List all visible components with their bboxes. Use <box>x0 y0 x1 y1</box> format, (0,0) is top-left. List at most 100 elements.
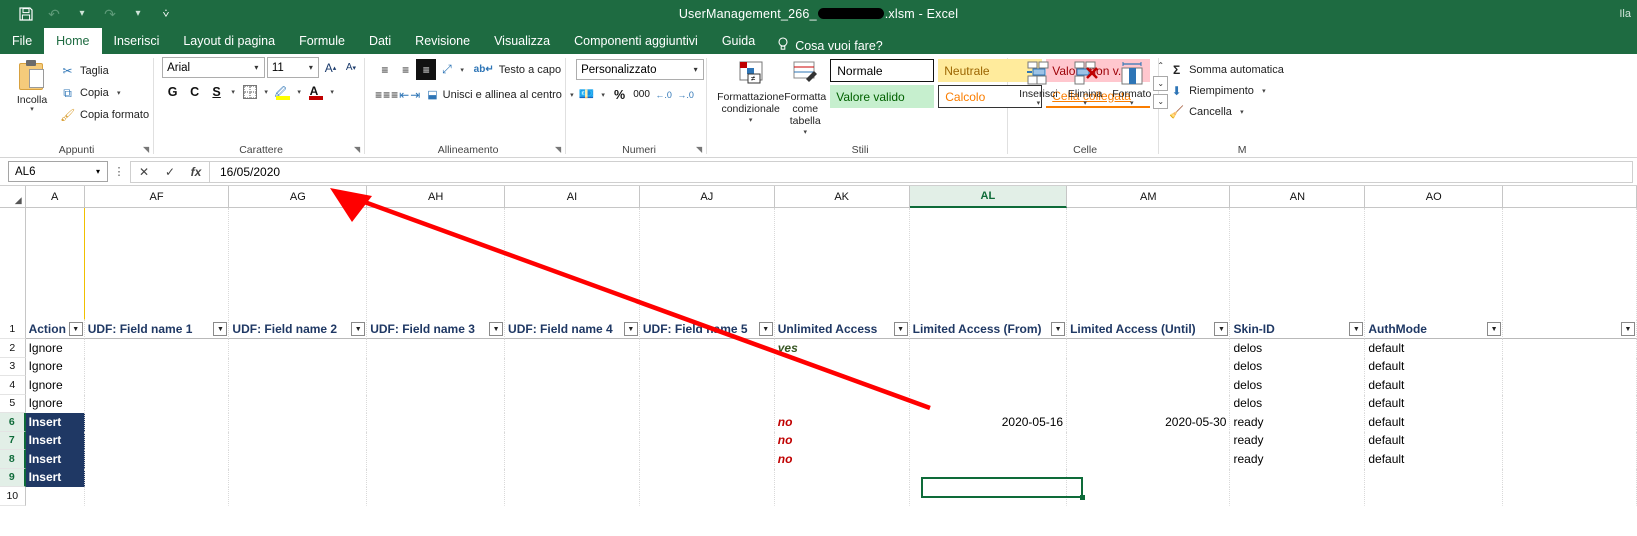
italic-button[interactable]: C <box>184 81 205 102</box>
cell-limited-from-active[interactable]: 2020-05-16 <box>910 413 1067 432</box>
cell-style-normale[interactable]: Normale <box>830 59 934 82</box>
cancel-icon[interactable]: ✕ <box>131 162 157 182</box>
chevron-down-icon[interactable]: ▾ <box>688 65 703 74</box>
table-row[interactable]: 2 Ignore yes delos default <box>0 339 1637 358</box>
row-header[interactable]: 10 <box>0 487 26 506</box>
cell-unlimited[interactable]: yes <box>775 339 910 358</box>
column-header-AK[interactable]: AK <box>775 186 910 208</box>
cell-limited-from[interactable] <box>910 395 1067 414</box>
cell-udf4[interactable] <box>505 376 640 395</box>
insert-dropdown-icon[interactable]: ▾ <box>1037 100 1041 107</box>
wrap-text-button[interactable]: ab↵ Testo a capo <box>474 64 561 76</box>
format-as-table-button[interactable]: Formatta come tabella ▾ <box>784 59 826 139</box>
cell-limited-until[interactable] <box>1067 450 1230 469</box>
cell-extra[interactable] <box>1503 376 1637 395</box>
fill-color-dropdown-icon[interactable]: ▾ <box>294 88 304 96</box>
filter-dropdown-icon[interactable]: ▼ <box>489 322 503 336</box>
cell-udf2[interactable] <box>229 469 367 488</box>
cell-limited-from[interactable] <box>910 469 1067 488</box>
col-header-udf3[interactable]: UDF: Field name 3▼ <box>367 320 505 339</box>
cell-udf5[interactable] <box>640 376 775 395</box>
autosum-button[interactable]: Σ Somma automatica <box>1169 59 1315 80</box>
column-header-AO[interactable]: AO <box>1365 186 1503 208</box>
cell-udf3[interactable] <box>367 450 505 469</box>
cell-extra[interactable] <box>1503 487 1637 506</box>
cell-limited-from[interactable] <box>910 450 1067 469</box>
col-header-udf2[interactable]: UDF: Field name 2▼ <box>229 320 367 339</box>
font-color-button[interactable]: A <box>305 81 326 102</box>
filter-dropdown-icon[interactable]: ▼ <box>894 322 908 336</box>
quick-access-toolbar[interactable]: ↶ ▾ ↷ ▾ ⩒ <box>0 3 178 25</box>
cell-style-valore-valido[interactable]: Valore valido <box>830 85 934 108</box>
formula-bar-buttons[interactable]: ✕ ✓ fx <box>130 161 209 183</box>
cell-extra[interactable] <box>1503 450 1637 469</box>
cell-udf3[interactable] <box>367 358 505 377</box>
copy-button[interactable]: ⧉ Copia ▾ <box>60 83 149 103</box>
worksheet-grid[interactable]: ◢ A AF AG AH AI AJ AK AL AM AN AO <box>0 186 1637 506</box>
filter-dropdown-icon[interactable]: ▼ <box>1621 322 1635 336</box>
clear-dropdown-icon[interactable]: ▾ <box>1237 108 1247 116</box>
format-cells-button[interactable]: Formato ▾ <box>1109 60 1154 107</box>
cell-skin-id[interactable]: delos <box>1230 376 1365 395</box>
decrease-decimal-icon[interactable]: →.0 <box>675 84 696 105</box>
cell-skin-id[interactable]: delos <box>1230 339 1365 358</box>
paste-dropdown-icon[interactable]: ▾ <box>30 107 34 113</box>
grid-rows[interactable]: 1 Action▼ UDF: Field name 1▼ UDF: Field … <box>0 208 1637 506</box>
tab-revisione[interactable]: Revisione <box>403 28 482 54</box>
conditional-formatting-dropdown-icon[interactable]: ▾ <box>746 115 756 127</box>
undo-icon[interactable]: ↶ <box>42 3 66 25</box>
cell-udf4[interactable] <box>505 339 640 358</box>
cell-action[interactable]: Insert <box>26 450 85 469</box>
delete-cells-button[interactable]: Elimina ▾ <box>1063 60 1108 107</box>
cell-udf3[interactable] <box>367 339 505 358</box>
fill-color-button[interactable]: 🖉 <box>272 81 293 102</box>
cell-udf4[interactable] <box>505 487 640 506</box>
cell-authmode[interactable] <box>1365 469 1503 488</box>
cell-udf4[interactable] <box>505 413 640 432</box>
cell-udf5[interactable] <box>640 432 775 451</box>
cell-udf5[interactable] <box>640 395 775 414</box>
insert-function-icon[interactable]: fx <box>183 162 209 182</box>
cell-udf1[interactable] <box>85 469 230 488</box>
tab-visualizza[interactable]: Visualizza <box>482 28 562 54</box>
cell-udf3[interactable] <box>367 487 505 506</box>
row-header[interactable]: 6 <box>0 413 26 432</box>
orientation-icon[interactable]: ⤢ <box>437 59 457 80</box>
cell-limited-until[interactable] <box>1067 432 1230 451</box>
cell-unlimited[interactable]: no <box>775 413 910 432</box>
cell-skin-id[interactable] <box>1230 487 1365 506</box>
cell-udf1[interactable] <box>85 358 230 377</box>
table-row[interactable]: 8 Insert no ready default <box>0 450 1637 469</box>
col-header-udf5[interactable]: UDF: Field name 5▼ <box>640 320 775 339</box>
tab-dati[interactable]: Dati <box>357 28 403 54</box>
conditional-formatting-button[interactable]: ≠ Formattazione condizionale ▾ <box>717 59 784 127</box>
column-header-AF[interactable]: AF <box>85 186 230 208</box>
filter-dropdown-icon[interactable]: ▼ <box>1051 322 1065 336</box>
format-dropdown-icon[interactable]: ▾ <box>1130 100 1134 107</box>
delete-dropdown-icon[interactable]: ▾ <box>1083 100 1087 107</box>
column-header-A[interactable]: A <box>26 186 85 208</box>
cell-unlimited[interactable] <box>775 469 910 488</box>
font-name-combo[interactable]: Arial ▾ <box>162 57 265 78</box>
col-header-action[interactable]: Action▼ <box>26 320 85 339</box>
paste-button[interactable]: Incolla ▾ <box>4 57 60 113</box>
cell-unlimited[interactable] <box>775 395 910 414</box>
underline-button[interactable]: S <box>206 81 227 102</box>
row-header[interactable]: 2 <box>0 339 26 358</box>
chevron-down-icon[interactable]: ▾ <box>89 167 107 176</box>
cell-limited-from[interactable] <box>910 376 1067 395</box>
cell-limited-until[interactable] <box>1067 487 1230 506</box>
align-bottom-icon[interactable]: ≡ <box>416 59 436 80</box>
number-format-combo[interactable]: Personalizzato ▾ <box>576 59 704 80</box>
cell-udf3[interactable] <box>367 395 505 414</box>
cell-udf3[interactable] <box>367 469 505 488</box>
cell-unlimited[interactable] <box>775 376 910 395</box>
redo-dropdown-icon[interactable]: ▾ <box>126 3 150 25</box>
filter-dropdown-icon[interactable]: ▼ <box>1487 322 1501 336</box>
table-row[interactable]: 3 Ignore delos default <box>0 358 1637 377</box>
column-header-AJ[interactable]: AJ <box>640 186 775 208</box>
cell-unlimited[interactable]: no <box>775 450 910 469</box>
cell-authmode[interactable]: default <box>1365 376 1503 395</box>
clear-button[interactable]: 🧹 Cancella ▾ <box>1169 101 1315 122</box>
cell-extra[interactable] <box>1503 413 1637 432</box>
